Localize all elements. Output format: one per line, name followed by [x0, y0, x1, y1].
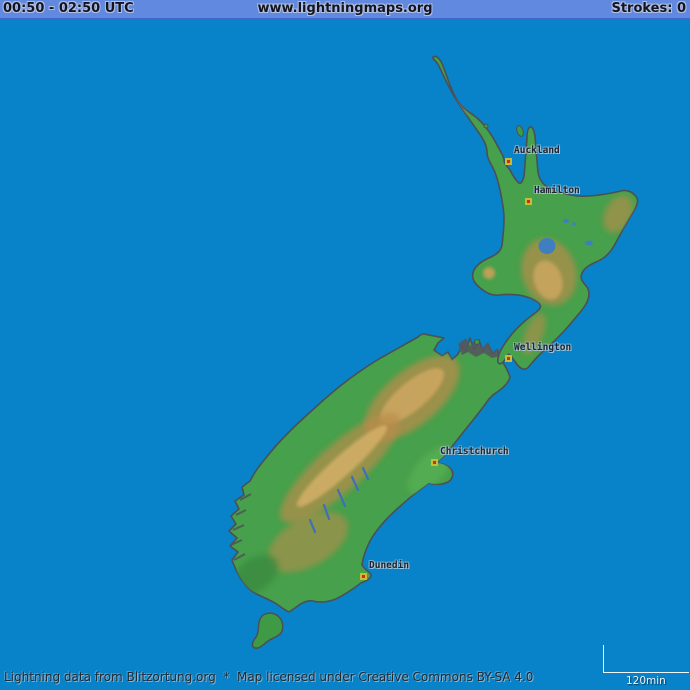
attribution-text: Lightning data from Blitzortung.org * Ma…	[4, 670, 533, 684]
site-title: www.lightningmaps.org	[0, 1, 690, 17]
strokes-counter: Strokes: 0	[611, 1, 686, 17]
legend-time-label: 120min	[626, 675, 666, 687]
lightning-map-new-zealand[interactable]	[0, 0, 690, 690]
lightningmaps-window: 00:50 - 02:50 UTC www.lightningmaps.org …	[0, 0, 690, 690]
legend-x-axis	[603, 672, 689, 673]
legend-y-axis	[603, 645, 604, 673]
top-status-bar: 00:50 - 02:50 UTC www.lightningmaps.org …	[0, 0, 690, 20]
